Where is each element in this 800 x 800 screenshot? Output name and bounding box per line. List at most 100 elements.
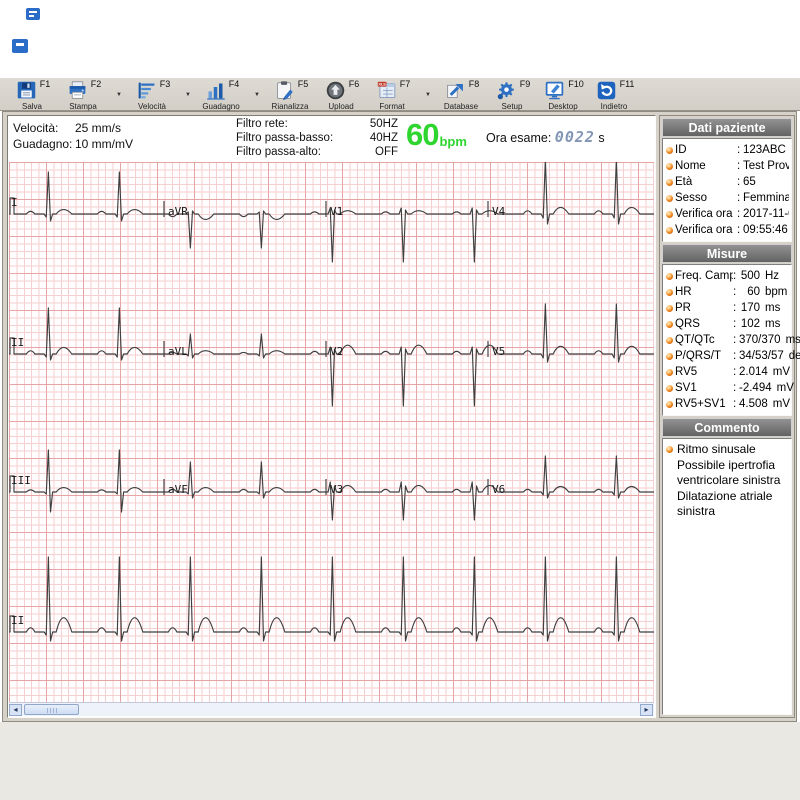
measure-label: RV5+SV1 (675, 396, 733, 412)
indietro-icon (594, 80, 619, 101)
toolbar-button-label: Velocità (138, 102, 166, 111)
lead-label: aVF (168, 483, 188, 496)
bullet-icon (666, 195, 673, 202)
toolbar-button-guadagno[interactable]: F4 Guadagno (199, 78, 243, 111)
filter-row: Filtro passa-alto:OFF (236, 145, 398, 159)
filter-row: Filtro passa-basso:40HZ (236, 131, 398, 145)
measure-row: PR:170ms (666, 300, 789, 316)
speed-gain-block: Velocità:25 mm/s Guadagno:10 mm/mV (13, 120, 133, 152)
patient-field-label: Verifica ora (675, 206, 737, 222)
corner-mark-icon (12, 39, 28, 53)
filters-block: Filtro rete:50HZFiltro passa-basso:40HZF… (236, 117, 398, 159)
fkey-label: F5 (298, 80, 309, 89)
toolbar-button-label: Guadagno (202, 102, 239, 111)
exam-time-label: Ora esame: (486, 131, 551, 145)
toolbar-button-format[interactable]: XLSF7Format (370, 78, 414, 111)
patient-field-label: ID (675, 142, 737, 158)
patient-field-label: Verifica ora (675, 222, 737, 238)
toolbar-button-label: Desktop (548, 102, 577, 111)
toolbar-button-stampa[interactable]: F2Stampa (61, 78, 105, 111)
bullet-icon (666, 227, 673, 234)
lead-label: III (11, 474, 31, 487)
measure-unit: deg (789, 348, 800, 364)
measure-unit: bpm (765, 284, 789, 300)
filter-label: Filtro passa-alto: (236, 145, 321, 159)
measure-unit: ms (765, 316, 789, 332)
toolbar-button-desktop[interactable]: F10 Desktop (541, 78, 585, 111)
toolbar-button-velocità[interactable]: F3 Velocità (130, 78, 174, 111)
measure-value: 60 (739, 284, 760, 300)
lead-label: V5 (492, 345, 505, 358)
toolbar-button-upload[interactable]: F6 Upload (319, 78, 363, 111)
measure-value: 2.014 (739, 364, 768, 380)
scroll-right-button[interactable]: ▸ (640, 704, 653, 716)
format-icon: XLS (374, 80, 399, 101)
measure-row: RV5:2.014mV (666, 364, 789, 380)
ecg-grid: IaVRV1V4IIaVLV2V5IIIaVFV3V6II (9, 162, 654, 704)
bullet-icon (666, 369, 673, 376)
dropdown-caret-icon[interactable]: ▼ (112, 90, 126, 98)
measure-value: 102 (739, 316, 760, 332)
lead-label: V1 (330, 205, 343, 218)
measure-label: SV1 (675, 380, 733, 396)
setup-icon (494, 80, 519, 101)
velocita-icon (134, 80, 159, 101)
fkey-label: F4 (229, 80, 240, 89)
main-area: Velocità:25 mm/s Guadagno:10 mm/mV Filtr… (2, 111, 797, 722)
toolbar-button-salva[interactable]: F1 Salva (10, 78, 54, 111)
bullet-icon (666, 353, 673, 360)
scrollbar-thumb[interactable] (24, 704, 79, 715)
horizontal-scrollbar[interactable]: ◂ ▸ (9, 702, 654, 716)
dropdown-caret-icon[interactable]: ▼ (250, 90, 264, 98)
scrollbar-track[interactable] (22, 703, 654, 716)
toolbar-button-label: Database (444, 102, 478, 111)
toolbar-button-rianalizza[interactable]: F5Rianalizza (268, 78, 312, 111)
patient-field-value: 09:55:46 (743, 222, 789, 238)
fkey-label: F11 (620, 80, 635, 89)
fkey-label: F7 (400, 80, 411, 89)
bullet-icon (666, 179, 673, 186)
measure-value: 500 (739, 268, 760, 284)
measure-row: QRS:102ms (666, 316, 789, 332)
dropdown-caret-icon[interactable]: ▼ (181, 90, 195, 98)
toolbar-button-label: Stampa (69, 102, 97, 111)
toolbar-button-indietro[interactable]: F11 Indietro (592, 78, 636, 111)
fkey-label: F1 (40, 80, 51, 89)
toolbar-button-label: Salva (22, 102, 42, 111)
measure-row: Freq. Camp.:500Hz (666, 268, 789, 284)
fkey-label: F10 (568, 80, 584, 89)
fkey-label: F3 (160, 80, 171, 89)
toolbar-button-database[interactable]: F8Database (439, 78, 483, 111)
toolbar-button-label: Indietro (601, 102, 628, 111)
exam-time-unit: s (598, 131, 604, 145)
lead-label: V2 (330, 345, 343, 358)
lead-label: V4 (492, 205, 506, 218)
measure-label: P/QRS/T (675, 348, 733, 364)
measure-unit: ms (786, 332, 800, 348)
patient-field-value: 123ABC (743, 142, 789, 158)
comment-section-header: Commento (662, 418, 792, 437)
lead-label: II (11, 336, 24, 349)
toolbar-button-label: Upload (328, 102, 353, 111)
measures-section-header: Misure (662, 244, 792, 263)
dropdown-caret-icon[interactable]: ▼ (421, 90, 435, 98)
rianalizza-icon (272, 80, 297, 101)
measure-value: -2.494 (739, 380, 772, 396)
scroll-left-button[interactable]: ◂ (9, 704, 22, 716)
fkey-label: F9 (520, 80, 531, 89)
measure-unit: mV (773, 396, 797, 412)
measure-value: 34/53/57 (739, 348, 784, 364)
heart-rate-unit: bpm (439, 134, 466, 150)
bullet-icon (666, 337, 673, 344)
patient-row: Età:65 (666, 174, 789, 190)
filter-value: 40HZ (370, 131, 398, 145)
patient-row: Verifica ora:2017-11-03 (666, 206, 789, 222)
toolbar-button-setup[interactable]: F9Setup (490, 78, 534, 111)
ecg-traces: IaVRV1V4IIaVLV2V5IIIaVFV3V6II (9, 162, 654, 704)
lead-label: V3 (330, 483, 343, 496)
patient-field-value: Femmina (743, 190, 789, 206)
measure-value: 4.508 (739, 396, 768, 412)
measure-unit: ms (765, 300, 789, 316)
bullet-icon (666, 289, 673, 296)
fkey-label: F6 (349, 80, 360, 89)
